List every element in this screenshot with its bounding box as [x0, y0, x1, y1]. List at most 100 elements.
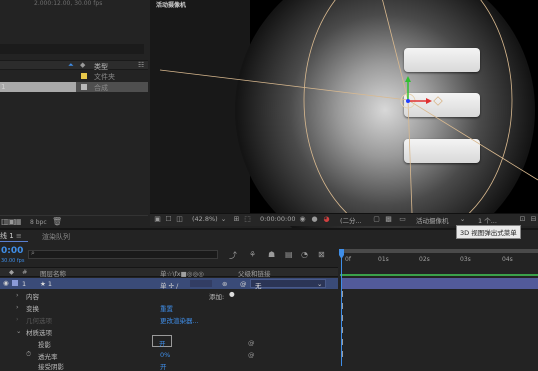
layer-search-input[interactable] — [28, 250, 218, 259]
mask-visibility-icon[interactable]: ⬚ — [243, 215, 252, 223]
switch-boxes[interactable] — [190, 280, 212, 287]
property-marker — [342, 339, 343, 345]
value-edit-box[interactable]: 开 — [152, 335, 172, 348]
reset-link[interactable]: 重置 — [160, 303, 173, 313]
header-parent[interactable]: 父级和链接 — [238, 268, 271, 278]
work-area-bar[interactable] — [340, 249, 538, 253]
visibility-eye-icon[interactable]: ◉ — [3, 279, 9, 287]
twirl-open-icon[interactable]: ⌄ — [16, 327, 21, 335]
new-comp-icon[interactable]: ▦ — [14, 217, 22, 226]
add-menu[interactable]: 添加: — [209, 291, 224, 301]
y-axis-head — [405, 76, 411, 82]
cone-edge-bottom — [407, 99, 413, 213]
project-row-folder[interactable]: 文件夹 — [0, 71, 148, 81]
twirl-icon[interactable]: › — [16, 291, 19, 299]
resolution-dropdown[interactable]: (二分... — [340, 215, 362, 225]
header-switches[interactable]: 单☆\fx■◎◎◎ — [160, 268, 204, 278]
motion-blur-icon[interactable]: ◔ — [301, 250, 308, 259]
trash-icon[interactable]: 🗑 — [52, 217, 62, 226]
cone-edge-top — [382, 0, 409, 101]
timeline-fps: 30.00 fps — [1, 258, 25, 264]
exposure-icon[interactable]: ⊟ — [529, 215, 538, 223]
project-search-field[interactable] — [0, 44, 144, 54]
prop-label: 几何选项 — [26, 317, 52, 325]
tab-menu-icon[interactable]: ≡ — [16, 232, 22, 240]
cone-edge-right — [407, 99, 538, 181]
views-dropdown[interactable]: 1 个... — [478, 215, 497, 225]
prop-value[interactable]: 0% — [160, 351, 170, 359]
prop-label: 接受阴影 — [38, 363, 64, 371]
reset-exposure-icon[interactable]: ⊡ — [518, 215, 527, 223]
snapshot-camera-icon[interactable]: ◉ — [298, 215, 307, 223]
comp-flowchart-icon[interactable]: ⚘ — [249, 250, 256, 259]
prop-row-contents[interactable]: › 内容 添加: ● — [0, 289, 338, 301]
add-icon[interactable]: ● — [229, 290, 235, 298]
label-color-swatch — [81, 84, 87, 90]
color-channels-icon[interactable]: ◕ — [322, 215, 331, 223]
pickwhip-icon[interactable]: @ — [240, 280, 247, 288]
twirl-icon[interactable]: › — [16, 303, 19, 311]
tag-icon[interactable]: ◆ — [80, 61, 85, 69]
tab-comp-label: 线 1 — [0, 232, 14, 240]
point-of-interest-icon[interactable] — [433, 96, 443, 106]
twirl-icon[interactable]: › — [16, 315, 19, 323]
header-label-icon: ◆ — [9, 268, 14, 276]
layer-num: 1 — [22, 280, 27, 288]
transparency-grid-icon[interactable]: ▩ — [384, 215, 393, 223]
camera-dropdown[interactable]: 活动摄像机 — [416, 215, 449, 225]
column-menu-icon[interactable]: ☷ — [138, 61, 144, 69]
current-time[interactable]: 0:00:00:00 — [260, 215, 296, 223]
draft-3d-icon[interactable]: ⤴ — [229, 250, 237, 261]
shy-layers-icon[interactable]: ☗ — [268, 250, 275, 259]
change-renderer-link[interactable]: 更改渲染器... — [160, 315, 199, 325]
row-type: 合成 — [94, 84, 108, 92]
bpc-label[interactable]: 8 bpc — [30, 219, 47, 226]
layer-row[interactable]: ◉ 1 ★ 1 单 ✢ / ⊛ @ 无 ⌄ — [0, 278, 338, 290]
ruler-tick-label: 0f — [345, 256, 351, 263]
ruler-tick-label: 01s — [378, 256, 389, 263]
expression-pickwhip-icon[interactable]: @ — [248, 339, 255, 347]
current-time-indicator-line — [341, 258, 342, 366]
vr-icon[interactable]: ◫ — [175, 215, 184, 223]
prop-row-casts-shadows[interactable]: 投影 开 @ — [0, 335, 338, 349]
tab-render-queue[interactable]: 渲染队列 — [42, 232, 70, 242]
prop-value[interactable]: 开 — [160, 361, 167, 371]
sort-icon[interactable]: ⏶ — [68, 61, 74, 70]
grid-guides-icon[interactable]: ☐ — [164, 215, 173, 223]
expression-pickwhip-icon[interactable]: @ — [248, 351, 255, 359]
layer-name[interactable]: ★ 1 — [40, 280, 52, 288]
zoom-dropdown[interactable]: (42.8%) — [192, 215, 218, 223]
label-color-swatch[interactable] — [12, 280, 18, 286]
frame-blending-icon[interactable]: ▤ — [285, 250, 293, 259]
z-axis-point[interactable] — [406, 99, 410, 103]
search-icon: ⌕ — [31, 249, 35, 257]
show-snapshot-icon[interactable]: ● — [310, 215, 319, 223]
layer-duration-bar[interactable] — [341, 278, 538, 289]
chevron-down-icon[interactable]: ⌄ — [219, 215, 228, 223]
safe-zones-icon[interactable]: ⊞ — [232, 215, 241, 223]
region-of-interest-icon[interactable]: ▢ — [372, 215, 381, 223]
prop-label: 投影 — [38, 341, 51, 349]
header-num[interactable]: # — [22, 268, 27, 276]
graph-editor-icon[interactable]: ⊠ — [318, 250, 325, 259]
chevron-down-icon[interactable]: ⌄ — [458, 215, 467, 223]
render-status-bar — [340, 274, 538, 276]
project-row-comp[interactable]: 1 合成 — [0, 82, 148, 92]
3d-layer-icon[interactable]: ⊛ — [222, 280, 227, 288]
prop-row-geometry[interactable]: › 几何选项 更改渲染器... — [0, 313, 338, 325]
project-bottom-bar: ▥ ▣ ▦ 8 bpc 🗑 — [0, 215, 148, 227]
stopwatch-icon[interactable]: ⏱ — [26, 350, 31, 359]
ruler-tick-label: 03s — [460, 256, 471, 263]
ruler-tick-label: 02s — [419, 256, 430, 263]
always-preview-icon[interactable]: ▣ — [153, 215, 162, 223]
prop-row-transform[interactable]: › 变换 重置 — [0, 301, 338, 313]
row-name: 1 — [1, 83, 6, 91]
renderer-icon[interactable]: ▭ — [398, 215, 407, 223]
ruler-tick-label: 04s — [502, 256, 513, 263]
cone-edge-left — [159, 69, 409, 101]
header-layer-name[interactable]: 图层名称 — [40, 268, 66, 278]
tab-composition[interactable]: 线 1 ≡ — [0, 231, 22, 241]
parent-dropdown[interactable]: 无 ⌄ — [250, 279, 326, 290]
prop-row-light-transmission[interactable]: ⏱ 透光率 0% @ — [0, 349, 338, 361]
timeline-timecode[interactable]: 0:00 — [1, 246, 23, 256]
